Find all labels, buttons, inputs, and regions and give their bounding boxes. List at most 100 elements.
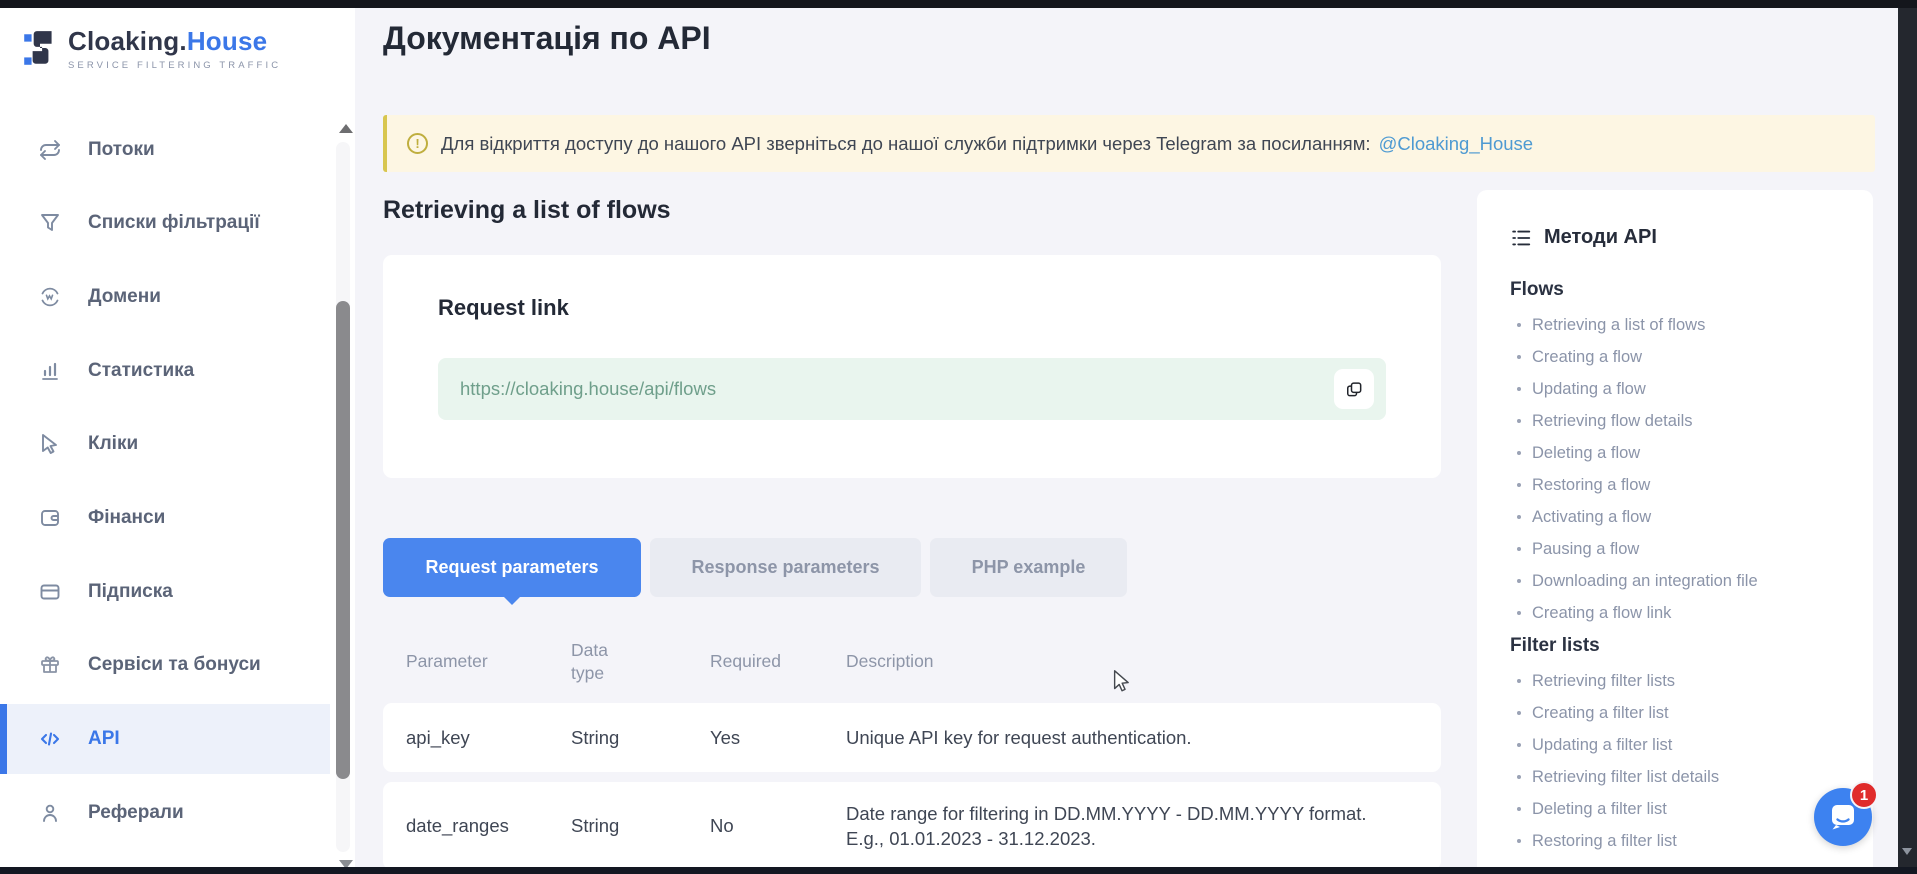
cell-parameter: date_ranges	[406, 815, 571, 837]
table-header: Parameter Data type Required Description	[383, 620, 1441, 703]
column-header-data-type: Data type	[571, 639, 621, 685]
methods-section-flows: Flows	[1510, 279, 1840, 301]
cell-description: Date range for filtering in DD.MM.YYYY -…	[846, 801, 1391, 851]
sidebar-item-label: Сервіси та бонуси	[88, 654, 261, 676]
method-link[interactable]: Updating a flow	[1510, 379, 1840, 399]
sidebar-item-flows[interactable]: Потоки	[0, 115, 330, 185]
api-icon	[38, 727, 62, 751]
sidebar-item-label: Реферали	[88, 802, 184, 824]
method-link[interactable]: Creating a flow link	[1510, 603, 1840, 623]
sidebar-item-filter-lists[interactable]: Списки фільтрації	[0, 188, 330, 258]
sidebar-item-label: Списки фільтрації	[88, 212, 260, 234]
method-link[interactable]: Updating a filter list	[1510, 735, 1840, 755]
method-link[interactable]: Retrieving filter list details	[1510, 767, 1840, 787]
banner-text: Для відкриття доступу до нашого API звер…	[441, 133, 1371, 155]
gift-icon	[38, 653, 62, 677]
method-link[interactable]: Pausing a flow	[1510, 539, 1840, 559]
cell-description: Unique API key for request authenticatio…	[846, 725, 1391, 750]
flows-icon	[38, 138, 62, 162]
sidebar-item-label: API	[88, 728, 120, 750]
telegram-link[interactable]: @Cloaking_House	[1379, 133, 1534, 155]
warning-icon: !	[407, 133, 428, 154]
tab-request-parameters[interactable]: Request parameters	[383, 538, 641, 597]
api-methods-panel: Методи API Flows Retrieving a list of fl…	[1477, 190, 1873, 874]
method-link[interactable]: Deleting a flow	[1510, 443, 1840, 463]
statistics-icon	[38, 359, 62, 383]
window-frame-bottom	[0, 867, 1917, 874]
sidebar-item-finance[interactable]: Фінанси	[0, 483, 330, 553]
sidebar-scrollbar[interactable]	[336, 142, 350, 852]
sidebar-scrollbar-thumb[interactable]	[336, 301, 350, 779]
tab-php-example[interactable]: PHP example	[930, 538, 1127, 597]
method-link[interactable]: Restoring a flow	[1510, 475, 1840, 495]
cell-required: No	[710, 815, 846, 837]
list-icon	[1510, 227, 1532, 249]
chat-badge: 1	[1850, 781, 1878, 809]
page-title: Документація по API	[383, 20, 711, 57]
tab-response-parameters[interactable]: Response parameters	[650, 538, 921, 597]
cell-required: Yes	[710, 727, 846, 749]
clicks-icon	[38, 432, 62, 456]
column-header-parameter: Parameter	[406, 651, 571, 672]
request-url[interactable]: https://cloaking.house/api/flows	[460, 378, 716, 400]
cell-data-type: String	[571, 815, 710, 837]
subscription-icon	[38, 580, 62, 604]
table-row: date_ranges String No Date range for fil…	[383, 782, 1441, 870]
sidebar-item-services-bonuses[interactable]: Сервіси та бонуси	[0, 630, 330, 700]
mouse-cursor	[1113, 670, 1132, 692]
method-link[interactable]: Downloading an integration file	[1510, 571, 1840, 591]
method-link[interactable]: Creating a filter list	[1510, 703, 1840, 723]
logo[interactable]: Cloaking.House SERVICE FILTERING TRAFFIC	[24, 26, 281, 71]
page-scrollbar[interactable]	[1898, 8, 1917, 867]
tabs: Request parameters Response parameters P…	[383, 538, 1127, 597]
request-link-card: Request link https://cloaking.house/api/…	[383, 255, 1441, 478]
request-card-title: Request link	[438, 295, 569, 321]
cell-parameter: api_key	[406, 727, 571, 749]
methods-list-filter-lists: Retrieving filter lists Creating a filte…	[1510, 671, 1840, 851]
table-row: api_key String Yes Unique API key for re…	[383, 703, 1441, 772]
method-link[interactable]: Deleting a filter list	[1510, 799, 1840, 819]
column-header-description: Description	[846, 651, 1441, 672]
sidebar-item-label: Підписка	[88, 581, 173, 603]
sidebar-item-label: Домени	[88, 286, 161, 308]
sidebar-item-label: Статистика	[88, 360, 194, 382]
copy-button[interactable]	[1334, 369, 1374, 409]
logo-word-blue: House	[187, 26, 267, 56]
copy-icon	[1344, 379, 1364, 399]
sidebar-item-statistics[interactable]: Статистика	[0, 336, 330, 406]
section-title: Retrieving a list of flows	[383, 196, 671, 225]
method-link[interactable]: Retrieving filter lists	[1510, 671, 1840, 691]
methods-panel-header: Методи API	[1510, 226, 1840, 249]
methods-list-flows: Retrieving a list of flows Creating a fl…	[1510, 315, 1840, 623]
sidebar-item-clicks[interactable]: Кліки	[0, 409, 330, 479]
method-link[interactable]: Creating a flow	[1510, 347, 1840, 367]
domains-icon	[38, 285, 62, 309]
page-scroll-down-icon[interactable]	[1902, 848, 1912, 855]
methods-panel-title: Методи API	[1544, 226, 1657, 249]
cell-data-type: String	[571, 727, 710, 749]
sidebar-item-label: Потоки	[88, 139, 155, 161]
window-frame-top	[0, 0, 1917, 8]
logo-text: Cloaking.House SERVICE FILTERING TRAFFIC	[68, 26, 281, 71]
info-banner: ! Для відкриття доступу до нашого API зв…	[383, 115, 1875, 172]
app-window: Cloaking.House SERVICE FILTERING TRAFFIC…	[0, 0, 1917, 874]
logo-icon	[24, 29, 56, 69]
method-link[interactable]: Activating a flow	[1510, 507, 1840, 527]
sidebar-item-subscription[interactable]: Підписка	[0, 557, 330, 627]
chat-button[interactable]: 1	[1814, 788, 1872, 846]
sidebar-item-referrals[interactable]: Реферали	[0, 778, 330, 848]
method-link[interactable]: Retrieving a list of flows	[1510, 315, 1840, 335]
filter-icon	[38, 211, 62, 235]
request-url-box: https://cloaking.house/api/flows	[438, 358, 1386, 420]
logo-tagline: SERVICE FILTERING TRAFFIC	[68, 60, 281, 71]
sidebar-scroll-up-icon[interactable]	[339, 124, 353, 133]
finance-icon	[38, 506, 62, 530]
main-content: Документація по API ! Для відкриття дост…	[355, 8, 1898, 867]
sidebar-item-api[interactable]: API	[0, 704, 330, 774]
method-link[interactable]: Restoring a filter list	[1510, 831, 1840, 851]
sidebar-item-label: Кліки	[88, 433, 138, 455]
column-header-required: Required	[710, 651, 846, 672]
method-link[interactable]: Retrieving flow details	[1510, 411, 1840, 431]
sidebar: Cloaking.House SERVICE FILTERING TRAFFIC…	[0, 8, 355, 867]
sidebar-item-domains[interactable]: Домени	[0, 262, 330, 332]
